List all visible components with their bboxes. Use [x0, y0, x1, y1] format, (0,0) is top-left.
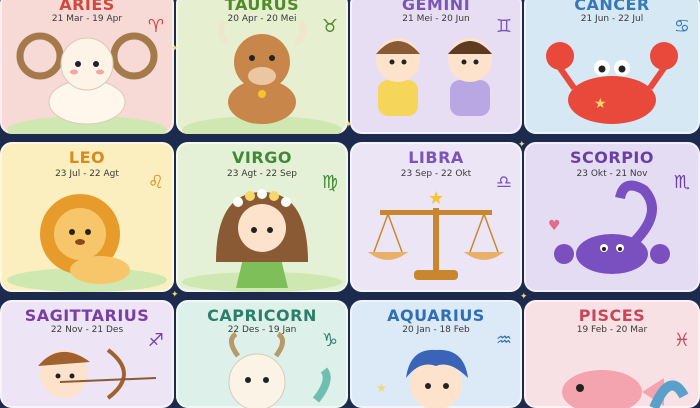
sign-symbol: ♉: [321, 16, 338, 37]
sign-name: LEO: [68, 148, 106, 167]
card-leo: LEO 23 Jul - 22 Agt ♌: [0, 142, 174, 292]
sign-name: VIRGO: [232, 148, 292, 167]
card-pisces: PISCES 19 Feb - 20 Mar ♓: [524, 300, 700, 408]
sign-symbol: ♊: [495, 16, 512, 37]
svg-text:★: ★: [428, 188, 444, 209]
sign-name: SCORPIO: [570, 148, 654, 167]
svg-text:♥: ♥: [548, 218, 561, 234]
card-virgo: VIRGO 23 Agt - 22 Sep ♍: [176, 142, 348, 292]
sign-symbol: ♏: [673, 172, 690, 193]
sign-name: LIBRA: [408, 148, 464, 167]
sign-name: CANCER: [574, 0, 650, 14]
sign-symbol: ♋: [673, 16, 690, 37]
card-sagittarius: SAGITTARIUS 22 Nov - 21 Des ♐: [0, 300, 174, 408]
sign-name: GEMINI: [401, 0, 471, 14]
card-taurus: TAURUS 20 Apr - 20 Mei ♉: [176, 0, 348, 134]
sign-name: AQUARIUS: [387, 306, 485, 325]
sign-name: PISCES: [578, 306, 646, 325]
card-cancer: ★ CANCER 21 Jun - 22 Jul ♋: [524, 0, 700, 134]
card-aquarius: ★ AQUARIUS 20 Jan - 18 Feb ♒: [350, 300, 522, 408]
sign-symbol: ♌: [147, 172, 164, 193]
sign-symbol: ♐: [147, 330, 164, 351]
card-capricorn: CAPRICORN 22 Des - 19 Jan ♑: [176, 300, 348, 408]
sign-name: ARIES: [59, 0, 115, 14]
sign-symbol: ♍: [321, 172, 338, 193]
sign-symbol: ♈: [147, 16, 164, 37]
card-gemini: GEMINI 21 Mei - 20 Jun ♊: [350, 0, 522, 134]
svg-text:★: ★: [376, 381, 387, 395]
card-libra: ★ LIBRA 23 Sep - 22 Okt ♎: [350, 142, 522, 292]
sign-symbol: ♑: [321, 330, 338, 351]
sign-name: CAPRICORN: [207, 306, 317, 325]
sign-symbol: ♒: [495, 330, 512, 351]
card-scorpio: ♥ SCORPIO 23 Okt - 21 Nov ♏: [524, 142, 700, 292]
card-aries: ARIES 21 Mar - 19 Apr ♈: [0, 0, 174, 134]
sign-name: TAURUS: [224, 0, 300, 14]
svg-text:★: ★: [594, 96, 607, 112]
sign-symbol: ♎: [495, 172, 512, 193]
sign-symbol: ♓: [673, 330, 690, 351]
sign-name: SAGITTARIUS: [24, 306, 150, 325]
zodiac-grid: ARIES 21 Mar - 19 Apr ♈ TAURUS 20 Apr - …: [0, 0, 700, 408]
